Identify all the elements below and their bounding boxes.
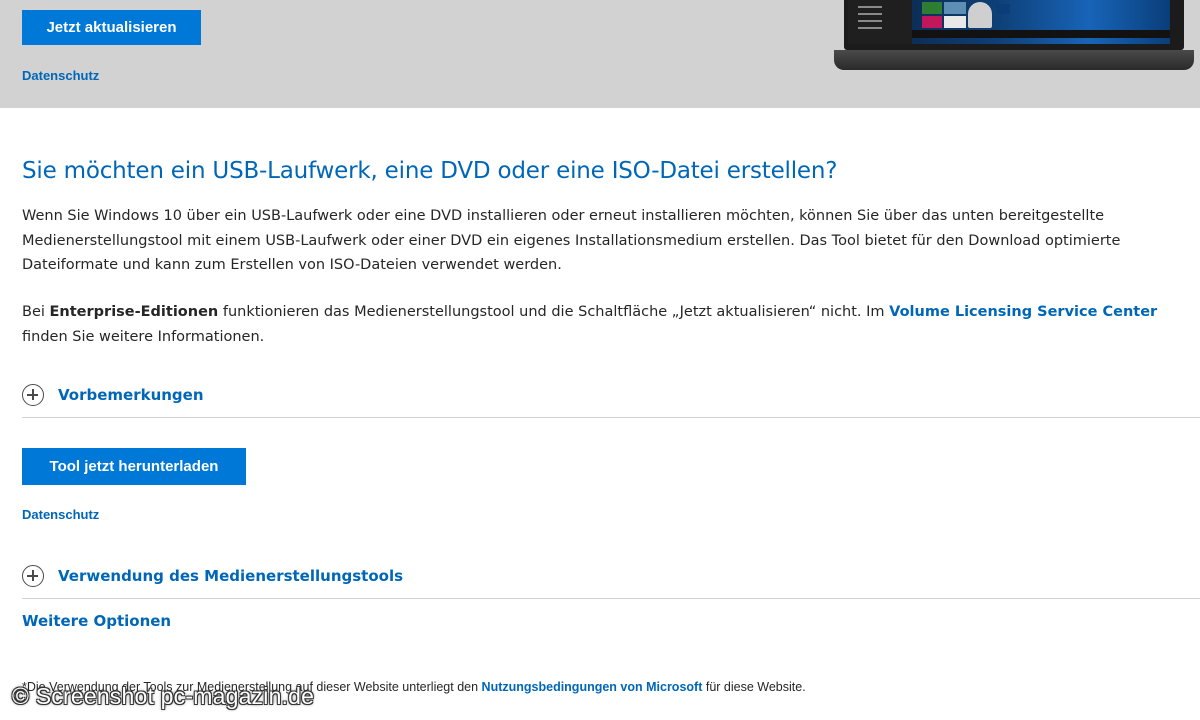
hero-banner: Jetzt aktualisieren Datenschutz [0,0,1200,108]
media-tool-usage-label: Verwendung des Medienerstellungstools [58,567,404,585]
divider [22,417,1200,418]
footer-text-2: für diese Website. [702,680,806,694]
watermark: © Screenshot pc-magazin.de [12,683,315,709]
enterprise-text-1: Bei [22,304,50,320]
terms-of-use-link[interactable]: Nutzungsbedingungen von Microsoft [482,680,703,694]
enterprise-text-3: finden Sie weitere Informationen. [22,328,265,345]
divider [22,598,1200,599]
laptop-image [834,0,1194,72]
privacy-link-download[interactable]: Datenschutz [22,507,99,522]
update-now-button[interactable]: Jetzt aktualisieren [22,10,201,45]
plus-circle-icon [22,565,44,587]
vlsc-link[interactable]: Volume Licensing Service Center [889,304,1157,320]
enterprise-editions-text: Enterprise-Editionen [49,304,219,320]
privacy-link-hero[interactable]: Datenschutz [22,68,99,83]
enterprise-text-2: funktionieren das Medienerstellungstool … [218,304,890,320]
plus-circle-icon [22,384,44,406]
enterprise-paragraph: Bei Enterprise-Editionen funktionieren d… [22,300,1197,349]
section-heading: Sie möchten ein USB-Laufwerk, eine DVD o… [22,158,838,184]
intro-paragraph: Wenn Sie Windows 10 über ein USB-Laufwer… [22,208,1121,273]
prerequisites-label: Vorbemerkungen [58,386,204,404]
more-options-link[interactable]: Weitere Optionen [22,612,171,630]
media-tool-usage-expander[interactable]: Verwendung des Medienerstellungstools [22,565,403,587]
download-tool-button[interactable]: Tool jetzt herunterladen [22,448,246,485]
prerequisites-expander[interactable]: Vorbemerkungen [22,384,204,406]
